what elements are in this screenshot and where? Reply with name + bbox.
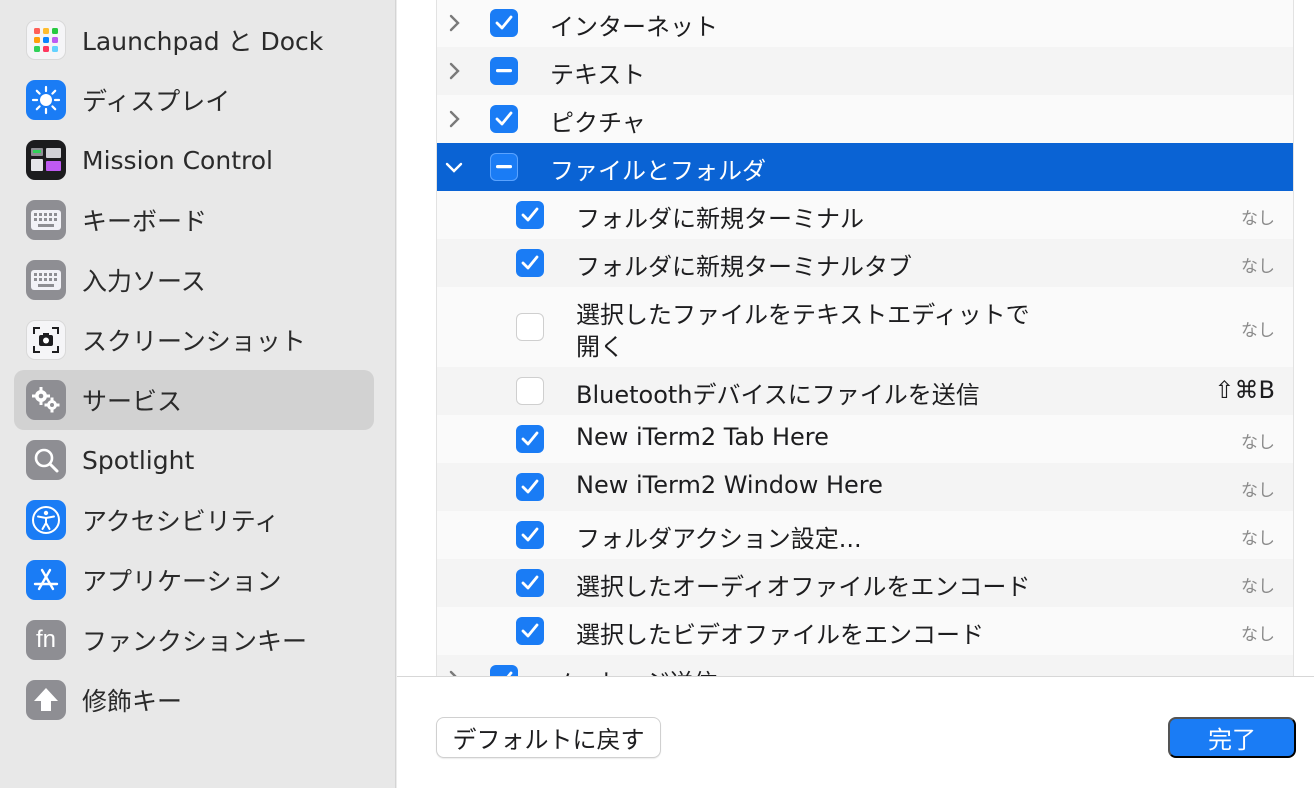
sidebar-item-display[interactable]: ディスプレイ	[14, 70, 374, 130]
group-label: ファイルとフォルダ	[550, 157, 766, 185]
shortcut-value[interactable]: なし	[1241, 620, 1275, 645]
input-source-keyboard-icon	[26, 260, 66, 300]
sidebar-item-applications[interactable]: アプリケーション	[14, 550, 374, 610]
sidebar-item-keyboard[interactable]: キーボード	[14, 190, 374, 250]
sidebar-item-label: アプリケーション	[82, 567, 282, 596]
service-label: New iTerm2 Window Here	[576, 471, 883, 499]
shortcut-value[interactable]: ⇧⌘B	[1214, 376, 1275, 404]
service-row[interactable]: New iTerm2 Tab Here なし	[437, 415, 1293, 463]
shortcut-value[interactable]: なし	[1241, 524, 1275, 549]
display-sun-icon	[26, 80, 66, 120]
shortcut-value[interactable]: なし	[1241, 204, 1275, 229]
sidebar-item-spotlight[interactable]: Spotlight	[14, 430, 374, 490]
service-checkbox[interactable]	[516, 569, 544, 597]
service-label: フォルダアクション設定...	[576, 525, 862, 553]
group-checkbox-mixed[interactable]	[490, 57, 518, 85]
sidebar-item-label: 入力ソース	[82, 267, 206, 296]
group-checkbox[interactable]	[490, 105, 518, 133]
group-label: テキスト	[550, 61, 646, 89]
service-checkbox[interactable]	[516, 249, 544, 277]
sidebar-item-label: Mission Control	[82, 145, 273, 175]
service-row[interactable]: 選択したオーディオファイルをエンコード なし	[437, 559, 1293, 607]
service-checkbox[interactable]	[516, 313, 544, 341]
service-row[interactable]: フォルダアクション設定... なし	[437, 511, 1293, 559]
service-row[interactable]: フォルダに新規ターミナル なし	[437, 191, 1293, 239]
chevron-right-icon[interactable]	[443, 668, 465, 676]
service-checkbox[interactable]	[516, 425, 544, 453]
shortcut-value[interactable]: なし	[1241, 428, 1275, 453]
shortcut-value[interactable]: なし	[1241, 316, 1275, 341]
sidebar-item-accessibility[interactable]: アクセシビリティ	[14, 490, 374, 550]
service-checkbox[interactable]	[516, 201, 544, 229]
group-label: ピクチャ	[550, 109, 646, 137]
gears-icon	[26, 380, 66, 420]
shortcut-value[interactable]: なし	[1241, 476, 1275, 501]
group-row-messages[interactable]: メッセージ送信	[437, 655, 1293, 676]
service-label: フォルダに新規ターミナル	[576, 205, 864, 233]
shortcut-value[interactable]: なし	[1241, 572, 1275, 597]
group-row-files-folders[interactable]: ファイルとフォルダ	[437, 143, 1293, 191]
group-row-pictures[interactable]: ピクチャ	[437, 95, 1293, 143]
chevron-right-icon[interactable]	[443, 60, 465, 82]
chevron-right-icon[interactable]	[443, 108, 465, 130]
sidebar-item-label: キーボード	[82, 207, 208, 236]
sidebar-item-mission-control[interactable]: Mission Control	[14, 130, 374, 190]
service-label: 選択したオーディオファイルをエンコード	[576, 573, 1031, 601]
sidebar-item-function-keys[interactable]: fn ファンクションキー	[14, 610, 374, 670]
service-row[interactable]: フォルダに新規ターミナルタブ なし	[437, 239, 1293, 287]
group-checkbox-mixed[interactable]	[490, 153, 518, 181]
keyboard-icon	[26, 200, 66, 240]
shortcut-value[interactable]: なし	[1241, 252, 1275, 277]
service-label: New iTerm2 Tab Here	[576, 423, 829, 451]
service-row[interactable]: 選択したビデオファイルをエンコード なし	[437, 607, 1293, 655]
fn-icon: fn	[26, 620, 66, 660]
service-checkbox[interactable]	[516, 521, 544, 549]
sidebar-item-screenshot[interactable]: スクリーンショット	[14, 310, 374, 370]
service-checkbox[interactable]	[516, 473, 544, 501]
service-checkbox[interactable]	[516, 617, 544, 645]
service-label: フォルダに新規ターミナルタブ	[576, 253, 912, 281]
group-label: インターネット	[550, 13, 718, 41]
service-label-line2: 開く	[576, 333, 624, 361]
service-checkbox[interactable]	[516, 377, 544, 405]
magnifier-icon	[26, 440, 66, 480]
chevron-right-icon[interactable]	[443, 12, 465, 34]
sidebar-item-label: サービス	[82, 387, 183, 416]
sidebar-item-label: ディスプレイ	[82, 87, 231, 116]
done-button[interactable]: 完了	[1168, 717, 1296, 758]
chevron-down-icon[interactable]	[443, 156, 465, 178]
sidebar-item-label: 修飾キー	[82, 687, 183, 716]
group-row-text[interactable]: テキスト	[437, 47, 1293, 95]
sidebar-item-modifier-keys[interactable]: 修飾キー	[14, 670, 374, 730]
group-checkbox[interactable]	[490, 9, 518, 37]
mission-control-icon	[26, 140, 66, 180]
services-list: インターネット テキスト ピクチャ ファイルとフォルダ フォルダに新規ターミナル…	[436, 0, 1294, 676]
sidebar-item-label: ファンクションキー	[82, 627, 308, 656]
sidebar-item-label: Spotlight	[82, 445, 195, 475]
service-row[interactable]: 選択したファイルをテキストエディットで 開く なし	[437, 287, 1293, 367]
services-panel: インターネット テキスト ピクチャ ファイルとフォルダ フォルダに新規ターミナル…	[397, 0, 1314, 788]
app-store-icon	[26, 560, 66, 600]
service-row[interactable]: Bluetoothデバイスにファイルを送信 ⇧⌘B	[437, 367, 1293, 415]
service-row[interactable]: New iTerm2 Window Here なし	[437, 463, 1293, 511]
service-label: Bluetoothデバイスにファイルを送信	[576, 381, 980, 409]
group-checkbox[interactable]	[490, 665, 518, 676]
restore-defaults-button[interactable]: デフォルトに戻す	[436, 717, 661, 758]
service-label: 選択したファイルをテキストエディットで	[576, 301, 1030, 329]
sidebar-item-label: アクセシビリティ	[82, 507, 280, 536]
launchpad-icon	[26, 20, 66, 60]
sidebar-item-label: スクリーンショット	[82, 327, 306, 356]
footer-divider	[397, 676, 1314, 677]
group-label: メッセージ送信	[550, 663, 718, 676]
sidebar-item-services[interactable]: サービス	[14, 370, 374, 430]
modifier-arrow-icon	[26, 680, 66, 720]
accessibility-icon	[26, 500, 66, 540]
screenshot-icon	[26, 320, 66, 360]
sidebar-item-input-source[interactable]: 入力ソース	[14, 250, 374, 310]
group-row-internet[interactable]: インターネット	[437, 0, 1293, 47]
sidebar-item-launchpad-dock[interactable]: Launchpad と Dock	[14, 10, 374, 70]
sidebar-item-label: Launchpad と Dock	[82, 27, 324, 56]
sidebar: Launchpad と Dock ディスプレイ Mission Control …	[0, 0, 396, 788]
service-label: 選択したビデオファイルをエンコード	[576, 621, 984, 649]
